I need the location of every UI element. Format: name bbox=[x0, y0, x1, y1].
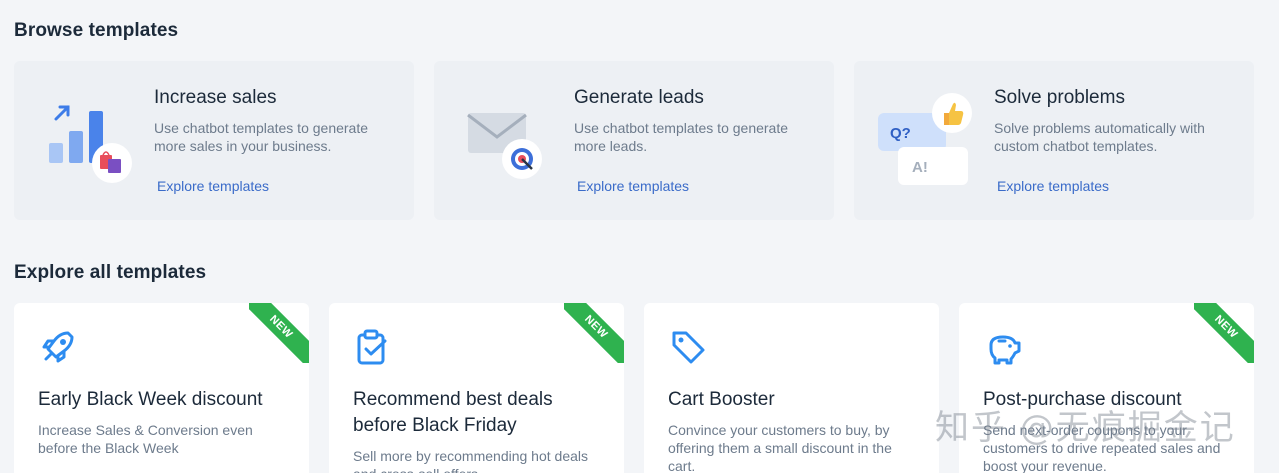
card-title: Generate leads bbox=[574, 87, 704, 108]
template-title: Recommend best deals before Black Friday bbox=[353, 389, 553, 436]
template-description: Convince your customers to buy, by offer… bbox=[668, 422, 892, 473]
card-description: Solve problems automatically with custom… bbox=[994, 120, 1205, 154]
envelope-target-illustration bbox=[467, 113, 542, 179]
template-title: Early Black Week discount bbox=[38, 389, 263, 410]
tag-icon bbox=[672, 331, 705, 364]
explore-templates-link[interactable]: Explore templates bbox=[997, 178, 1109, 194]
explore-templates-link[interactable]: Explore templates bbox=[577, 178, 689, 194]
explore-all-templates-heading: Explore all templates bbox=[14, 262, 207, 283]
explore-templates-link[interactable]: Explore templates bbox=[157, 178, 269, 194]
watermark-text: 知乎 @无痕掘金记 bbox=[935, 408, 1236, 448]
template-title: Cart Booster bbox=[668, 389, 775, 410]
template-card-recommend-best-deals[interactable]: NEW Recommend best deals before Black Fr… bbox=[329, 303, 624, 473]
card-description: Use chatbot templates to generate more l… bbox=[574, 120, 789, 154]
new-badge: NEW bbox=[1194, 303, 1254, 363]
template-card-cart-booster[interactable]: Cart Booster Convince your customers to … bbox=[644, 303, 939, 473]
increase-sales-card[interactable]: Increase sales Use chatbot templates to … bbox=[14, 61, 414, 220]
q-label: Q? bbox=[890, 125, 911, 142]
piggy-bank-icon bbox=[989, 335, 1021, 365]
new-badge: NEW bbox=[249, 303, 309, 363]
question-answer-illustration: Q? A! bbox=[878, 93, 972, 185]
new-badge: NEW bbox=[564, 303, 624, 363]
browse-templates-heading: Browse templates bbox=[14, 20, 179, 41]
rocket-icon bbox=[42, 331, 74, 363]
card-title: Solve problems bbox=[994, 87, 1125, 108]
sales-chart-illustration bbox=[49, 105, 132, 183]
template-card-early-black-week[interactable]: NEW Early Black Week discount Increase S… bbox=[14, 303, 309, 473]
generate-leads-card[interactable]: Generate leads Use chatbot templates to … bbox=[434, 61, 834, 220]
clipboard-check-icon bbox=[357, 329, 387, 365]
card-title: Increase sales bbox=[154, 87, 277, 108]
card-description: Use chatbot templates to generate more s… bbox=[154, 120, 369, 154]
template-description: Sell more by recommending hot deals and … bbox=[353, 448, 589, 473]
a-label: A! bbox=[912, 159, 928, 176]
solve-problems-card[interactable]: Q? A! Solve problems Solve problems auto… bbox=[854, 61, 1254, 220]
template-description: Increase Sales & Conversion even before … bbox=[38, 422, 253, 456]
